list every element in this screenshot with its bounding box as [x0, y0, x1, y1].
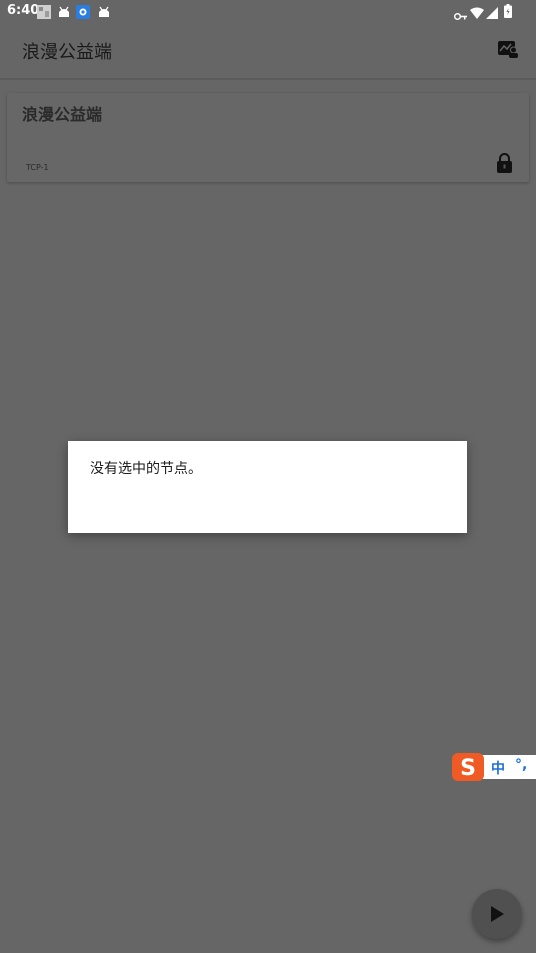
app-icon — [76, 4, 90, 19]
ime-punctuation-toggle[interactable]: °, — [515, 757, 527, 773]
ime-toolbar[interactable]: S 中 °, — [451, 753, 536, 781]
battery-icon — [504, 3, 512, 22]
play-icon — [491, 906, 504, 922]
gallery-icon — [37, 4, 51, 19]
lock-icon — [496, 153, 513, 173]
server-protocol: TCP-1 — [26, 163, 49, 172]
android-icon — [97, 4, 111, 18]
speed-test-icon[interactable] — [497, 39, 519, 59]
server-name: 浪漫公益端 — [22, 105, 103, 124]
dialog-message: 没有选中的节点。 — [90, 461, 202, 477]
status-bar: 6:40 — [0, 0, 536, 22]
connect-button[interactable] — [472, 889, 522, 939]
ime-logo-letter: S — [460, 756, 476, 781]
ime-mode-toggle[interactable]: 中 — [491, 758, 505, 778]
sogou-logo-icon[interactable]: S — [451, 753, 485, 781]
server-card[interactable]: 浪漫公益端 TCP-1 — [7, 93, 529, 182]
status-time: 6:40 — [7, 3, 40, 18]
app-bar: 浪漫公益端 — [0, 22, 536, 78]
alert-dialog: 没有选中的节点。 — [68, 441, 467, 533]
signal-icon — [486, 4, 498, 23]
wifi-icon — [470, 4, 484, 23]
android-icon — [57, 4, 71, 18]
app-bar-divider — [0, 78, 536, 80]
page-title: 浪漫公益端 — [22, 42, 112, 63]
